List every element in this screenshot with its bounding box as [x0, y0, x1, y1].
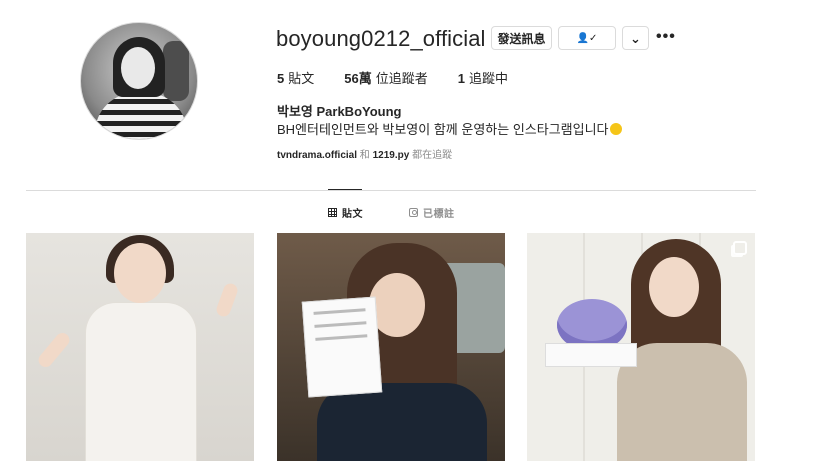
profile-username: boyoung0212_official [276, 26, 486, 51]
stat-following[interactable]: 1 追蹤中 [458, 68, 508, 87]
active-tab-indicator [328, 189, 362, 190]
multiple-photos-icon [733, 241, 747, 255]
tagged-icon [409, 208, 418, 217]
user-check-icon: 👤✓ [576, 32, 598, 44]
tabs-divider [26, 190, 756, 191]
profile-avatar[interactable] [80, 22, 198, 140]
stat-followers[interactable]: 56萬 位追蹤者 [344, 68, 427, 87]
message-button[interactable]: 發送訊息 [491, 26, 552, 50]
tab-posts[interactable]: 貼文 [328, 205, 363, 220]
profile-full-name: 박보영 ParkBoYoung [277, 104, 402, 119]
profile-stats: 5 貼文 56萬 位追蹤者 1 追蹤中 [277, 68, 508, 87]
post-thumbnail[interactable] [26, 233, 254, 461]
suggested-dropdown-button[interactable]: ⌄ [622, 26, 649, 50]
chevron-down-icon: ⌄ [630, 30, 641, 46]
stat-posts: 5 貼文 [277, 71, 315, 86]
post-thumbnail[interactable] [527, 233, 755, 461]
post-thumbnail[interactable] [277, 233, 505, 461]
profile-bio: BH엔터테인먼트와 박보영이 함께 운영하는 인스타그램입니다 [277, 119, 622, 138]
smiling-face-icon [609, 123, 622, 135]
followed-by[interactable]: tvndrama.official 和 1219.py 都在追蹤 [277, 146, 452, 161]
tab-tagged[interactable]: 已標註 [409, 205, 455, 220]
following-button[interactable]: 👤✓ [558, 26, 616, 50]
options-icon[interactable]: ••• [656, 28, 676, 46]
grid-icon [328, 208, 337, 217]
